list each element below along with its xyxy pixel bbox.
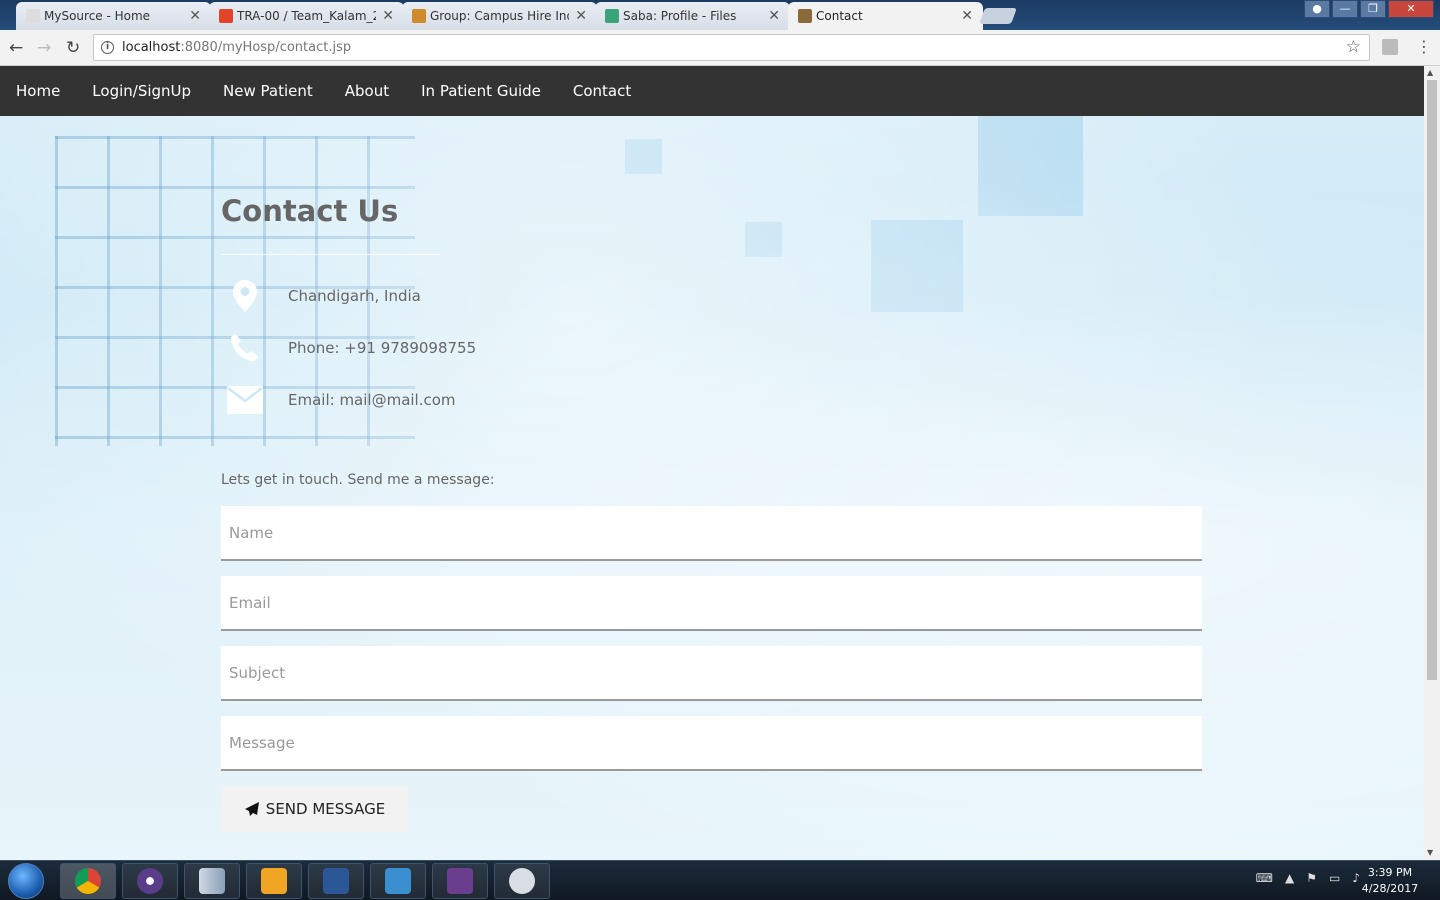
page-title: Contact Us bbox=[221, 194, 399, 228]
chrome-icon bbox=[75, 868, 101, 894]
info-icon[interactable]: i bbox=[101, 41, 114, 54]
group-icon bbox=[412, 9, 426, 23]
volume-icon[interactable]: ♪ bbox=[1352, 871, 1360, 885]
envelope-icon bbox=[221, 380, 269, 420]
word-taskbar-button[interactable] bbox=[308, 863, 364, 899]
clock-date: 4/28/2017 bbox=[1361, 882, 1419, 895]
tray-expand-icon[interactable]: ▲ bbox=[1285, 871, 1294, 885]
email-text: Email: mail@mail.com bbox=[288, 391, 456, 409]
scroll-thumb[interactable] bbox=[1427, 80, 1437, 680]
url-path: :8080/myHosp/contact.jsp bbox=[180, 40, 352, 55]
network-icon[interactable]: ▭ bbox=[1329, 871, 1340, 885]
tab-label: Saba: Profile - Files bbox=[623, 9, 737, 23]
page-scrollbar[interactable]: ▲ ▼ bbox=[1424, 66, 1440, 860]
taskbar-clock[interactable]: 3:39 PM 4/28/2017 bbox=[1360, 865, 1420, 897]
map-pin-icon bbox=[221, 276, 269, 316]
send-message-button[interactable]: SEND MESSAGE bbox=[221, 786, 408, 832]
java-ee-ide-taskbar-button[interactable] bbox=[432, 863, 488, 899]
gitlab-icon bbox=[219, 9, 233, 23]
message-input[interactable] bbox=[221, 716, 1202, 771]
close-icon[interactable]: ✕ bbox=[382, 8, 394, 24]
database-icon bbox=[199, 868, 225, 894]
back-arrow-icon[interactable]: ← bbox=[9, 38, 23, 58]
nav-login-signup[interactable]: Login/SignUp bbox=[92, 82, 191, 100]
tab-label: Group: Campus Hire Ind: bbox=[430, 9, 570, 23]
scroll-up-arrow-icon[interactable]: ▲ bbox=[1427, 68, 1433, 77]
location-text: Chandigarh, India bbox=[288, 287, 421, 305]
nav-in-patient-guide[interactable]: In Patient Guide bbox=[421, 82, 541, 100]
java-ee-icon bbox=[447, 868, 473, 894]
page-viewport: Home Login/SignUp New Patient About In P… bbox=[0, 66, 1424, 860]
url-host: localhost bbox=[122, 40, 181, 55]
window-close-button[interactable]: ✕ bbox=[1388, 0, 1434, 18]
close-icon[interactable]: ✕ bbox=[575, 8, 587, 24]
tab-campus-hire[interactable]: Group: Campus Hire Ind: ✕ bbox=[402, 2, 597, 30]
address-bar[interactable]: i localhost:8080/myHosp/contact.jsp ☆ bbox=[93, 34, 1370, 61]
close-icon[interactable]: ✕ bbox=[961, 8, 973, 24]
outlook-taskbar-button[interactable] bbox=[246, 863, 302, 899]
clock-time: 3:39 PM bbox=[1367, 866, 1413, 879]
minimize-button[interactable]: — bbox=[1332, 0, 1358, 18]
tab-label: MySource - Home bbox=[44, 9, 151, 23]
user-icon[interactable]: ● bbox=[1304, 0, 1330, 18]
maximize-button[interactable]: ❐ bbox=[1360, 0, 1386, 18]
send-message-label: SEND MESSAGE bbox=[265, 800, 386, 818]
window-controls: ● — ❐ ✕ bbox=[1304, 0, 1434, 18]
tab-label: TRA-00 / Team_Kalam_2( bbox=[237, 9, 377, 23]
flag-icon[interactable]: ⚑ bbox=[1306, 871, 1317, 885]
browser-tab-strip: MySource - Home ✕ TRA-00 / Team_Kalam_2(… bbox=[0, 0, 1440, 30]
keyboard-icon[interactable]: ⌨ bbox=[1256, 871, 1273, 885]
eclipse-taskbar-button[interactable] bbox=[122, 863, 178, 899]
paper-plane-icon bbox=[244, 802, 259, 816]
subject-input[interactable] bbox=[221, 646, 1202, 701]
browser-toolbar: ← → ↻ i localhost:8080/myHosp/contact.js… bbox=[0, 30, 1440, 66]
page-icon bbox=[798, 9, 812, 23]
scroll-down-arrow-icon[interactable]: ▼ bbox=[1427, 848, 1433, 857]
nav-about[interactable]: About bbox=[345, 82, 389, 100]
paint-icon bbox=[509, 868, 535, 894]
phone-row: Phone: +91 9789098755 bbox=[221, 328, 476, 368]
lync-icon bbox=[385, 868, 411, 894]
tab-gitlab[interactable]: TRA-00 / Team_Kalam_2( ✕ bbox=[209, 2, 404, 30]
reload-icon[interactable]: ↻ bbox=[66, 38, 80, 58]
tab-label: Contact bbox=[816, 9, 863, 23]
nav-contact[interactable]: Contact bbox=[573, 82, 631, 100]
tab-saba-profile[interactable]: Saba: Profile - Files ✕ bbox=[595, 2, 790, 30]
document-icon bbox=[26, 9, 40, 23]
menu-dots-icon[interactable]: ⋮ bbox=[1416, 37, 1432, 56]
extension-icon[interactable] bbox=[1382, 39, 1398, 55]
title-divider bbox=[221, 254, 441, 255]
outlook-icon bbox=[261, 868, 287, 894]
paint-taskbar-button[interactable] bbox=[494, 863, 550, 899]
system-tray: ⌨ ▲ ⚑ ▭ ♪ bbox=[1256, 871, 1360, 885]
windows-taskbar: ⌨ ▲ ⚑ ▭ ♪ 3:39 PM 4/28/2017 bbox=[0, 860, 1440, 900]
database-taskbar-button[interactable] bbox=[184, 863, 240, 899]
nav-new-patient[interactable]: New Patient bbox=[223, 82, 313, 100]
email-row: Email: mail@mail.com bbox=[221, 380, 456, 420]
close-icon[interactable]: ✕ bbox=[189, 8, 201, 24]
location-row: Chandigarh, India bbox=[221, 276, 421, 316]
tab-contact[interactable]: Contact ✕ bbox=[788, 2, 983, 30]
eclipse-icon bbox=[137, 868, 163, 894]
tab-mysource[interactable]: MySource - Home ✕ bbox=[16, 2, 211, 30]
phone-text: Phone: +91 9789098755 bbox=[288, 339, 477, 357]
chrome-taskbar-button[interactable] bbox=[60, 863, 116, 899]
lync-taskbar-button[interactable] bbox=[370, 863, 426, 899]
close-icon[interactable]: ✕ bbox=[768, 8, 780, 24]
nav-home[interactable]: Home bbox=[16, 82, 60, 100]
word-icon bbox=[323, 868, 349, 894]
new-tab-button[interactable] bbox=[979, 8, 1017, 24]
contact-prompt: Lets get in touch. Send me a message: bbox=[221, 472, 495, 488]
forward-arrow-icon[interactable]: → bbox=[37, 38, 51, 58]
site-nav: Home Login/SignUp New Patient About In P… bbox=[0, 66, 1424, 116]
phone-icon bbox=[221, 328, 269, 368]
start-button[interactable] bbox=[8, 863, 44, 899]
name-input[interactable] bbox=[221, 506, 1202, 561]
email-input[interactable] bbox=[221, 576, 1202, 631]
saba-icon bbox=[605, 9, 619, 23]
bookmark-star-icon[interactable]: ☆ bbox=[1346, 37, 1361, 57]
